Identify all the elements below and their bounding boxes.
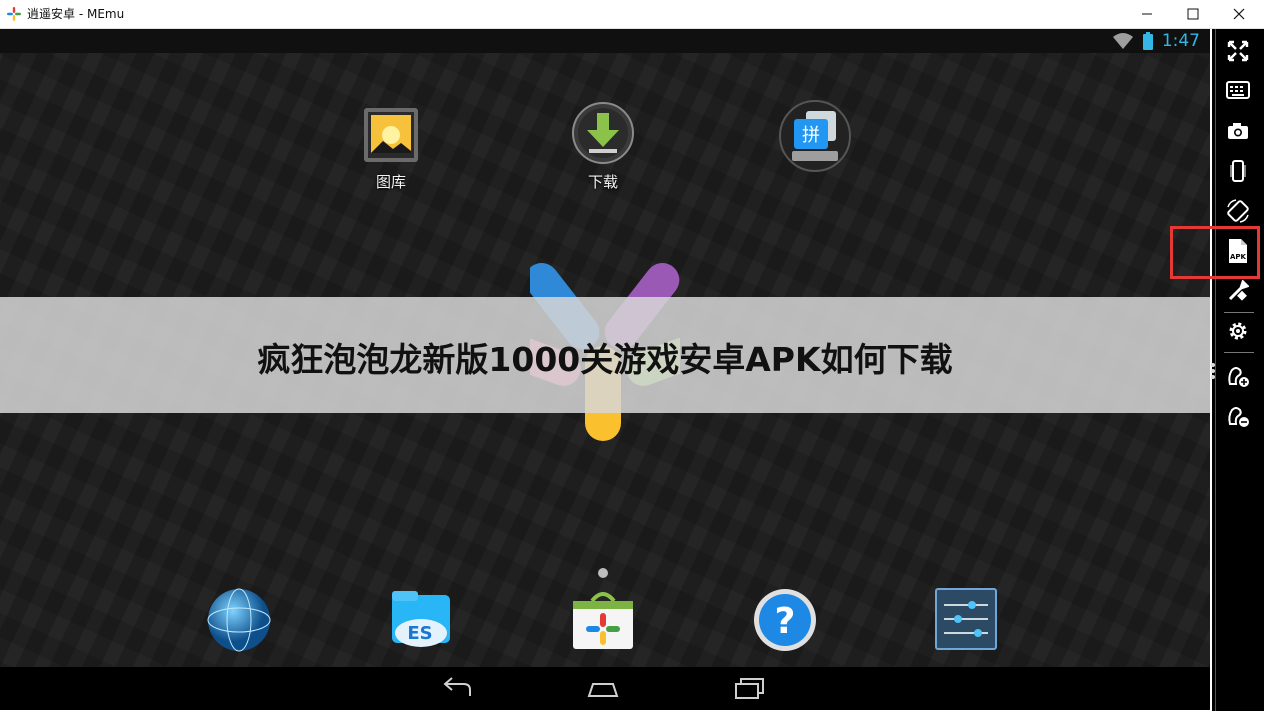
app-pinyin-input[interactable]: 拼 (755, 99, 875, 173)
rotate-button[interactable] (1226, 199, 1250, 223)
dock-app-market[interactable] (570, 587, 636, 657)
dock-settings[interactable] (934, 587, 998, 655)
help-glyph: ? (775, 601, 796, 642)
title-banner: 疯狂泡泡龙新版1000关游戏安卓APK如何下载 (0, 297, 1210, 413)
home-icon[interactable] (586, 676, 620, 700)
dock-help[interactable]: ? (752, 587, 818, 657)
page-indicator (598, 568, 608, 578)
dock-browser[interactable] (206, 587, 272, 657)
window-title-bar: 逍遥安卓 - MEmu (0, 0, 1264, 29)
es-file-explorer-icon: ES (392, 591, 450, 647)
volume-up-button[interactable] (1226, 364, 1250, 388)
fullscreen-icon (1227, 40, 1249, 62)
fullscreen-button[interactable] (1226, 39, 1250, 63)
android-nav-bar (0, 667, 1210, 710)
memu-logo-icon (7, 7, 21, 21)
rotate-screen-icon (1227, 199, 1249, 223)
volume-down-icon (1228, 407, 1249, 427)
banner-title: 疯狂泡泡龙新版1000关游戏安卓APK如何下载 (257, 340, 953, 379)
app-downloads-label: 下载 (587, 173, 618, 191)
dock-es-file-explorer[interactable]: ES (388, 587, 454, 657)
toolbar-grip-icon[interactable] (1210, 362, 1216, 380)
tools-button[interactable] (1226, 279, 1250, 303)
volume-down-button[interactable] (1226, 404, 1250, 428)
settings-sliders-icon (935, 588, 997, 650)
volume-up-icon (1228, 367, 1249, 387)
pinyin-glyph: 拼 (802, 125, 820, 146)
battery-icon (1143, 32, 1153, 50)
maximize-button[interactable] (1170, 0, 1216, 28)
app-market-icon (573, 592, 633, 649)
status-bar: 1:47 (0, 29, 1210, 53)
browser-globe-icon (207, 588, 271, 652)
apk-button-highlight (1170, 226, 1260, 279)
settings-button[interactable] (1226, 319, 1250, 343)
pinyin-keyboard-icon: 拼 (779, 100, 851, 172)
help-icon: ? (754, 589, 816, 651)
status-clock: 1:47 (1161, 31, 1200, 51)
screenshot-camera-icon (1228, 123, 1248, 139)
close-icon (1233, 8, 1245, 20)
es-glyph: ES (407, 623, 432, 644)
shake-phone-icon (1230, 160, 1246, 182)
maximize-icon (1187, 8, 1199, 20)
app-gallery-label: 图库 (375, 173, 406, 191)
shake-button[interactable] (1226, 159, 1250, 183)
recent-apps-icon[interactable] (732, 676, 766, 700)
tools-icon (1228, 280, 1249, 301)
screenshot-button[interactable] (1226, 119, 1250, 143)
keyboard-button[interactable] (1226, 78, 1250, 102)
minimize-button[interactable] (1124, 0, 1170, 28)
settings-gear-icon (1229, 322, 1247, 340)
keyboard-icon (1226, 81, 1250, 99)
android-screen[interactable]: 1:47 图库 下载 拼 疯狂泡泡龙新版1000关游戏安卓APK如何下载 ES … (0, 29, 1210, 710)
back-icon[interactable] (440, 676, 474, 700)
wifi-icon (1113, 33, 1133, 49)
minimize-icon (1142, 13, 1152, 15)
gallery-icon (364, 108, 418, 162)
download-icon (572, 102, 634, 164)
app-downloads[interactable]: 下载 (543, 101, 663, 192)
memu-toolbar: APK (1210, 29, 1264, 711)
window-title: 逍遥安卓 - MEmu (27, 7, 125, 21)
close-button[interactable] (1216, 0, 1262, 28)
app-gallery[interactable]: 图库 (331, 105, 451, 192)
